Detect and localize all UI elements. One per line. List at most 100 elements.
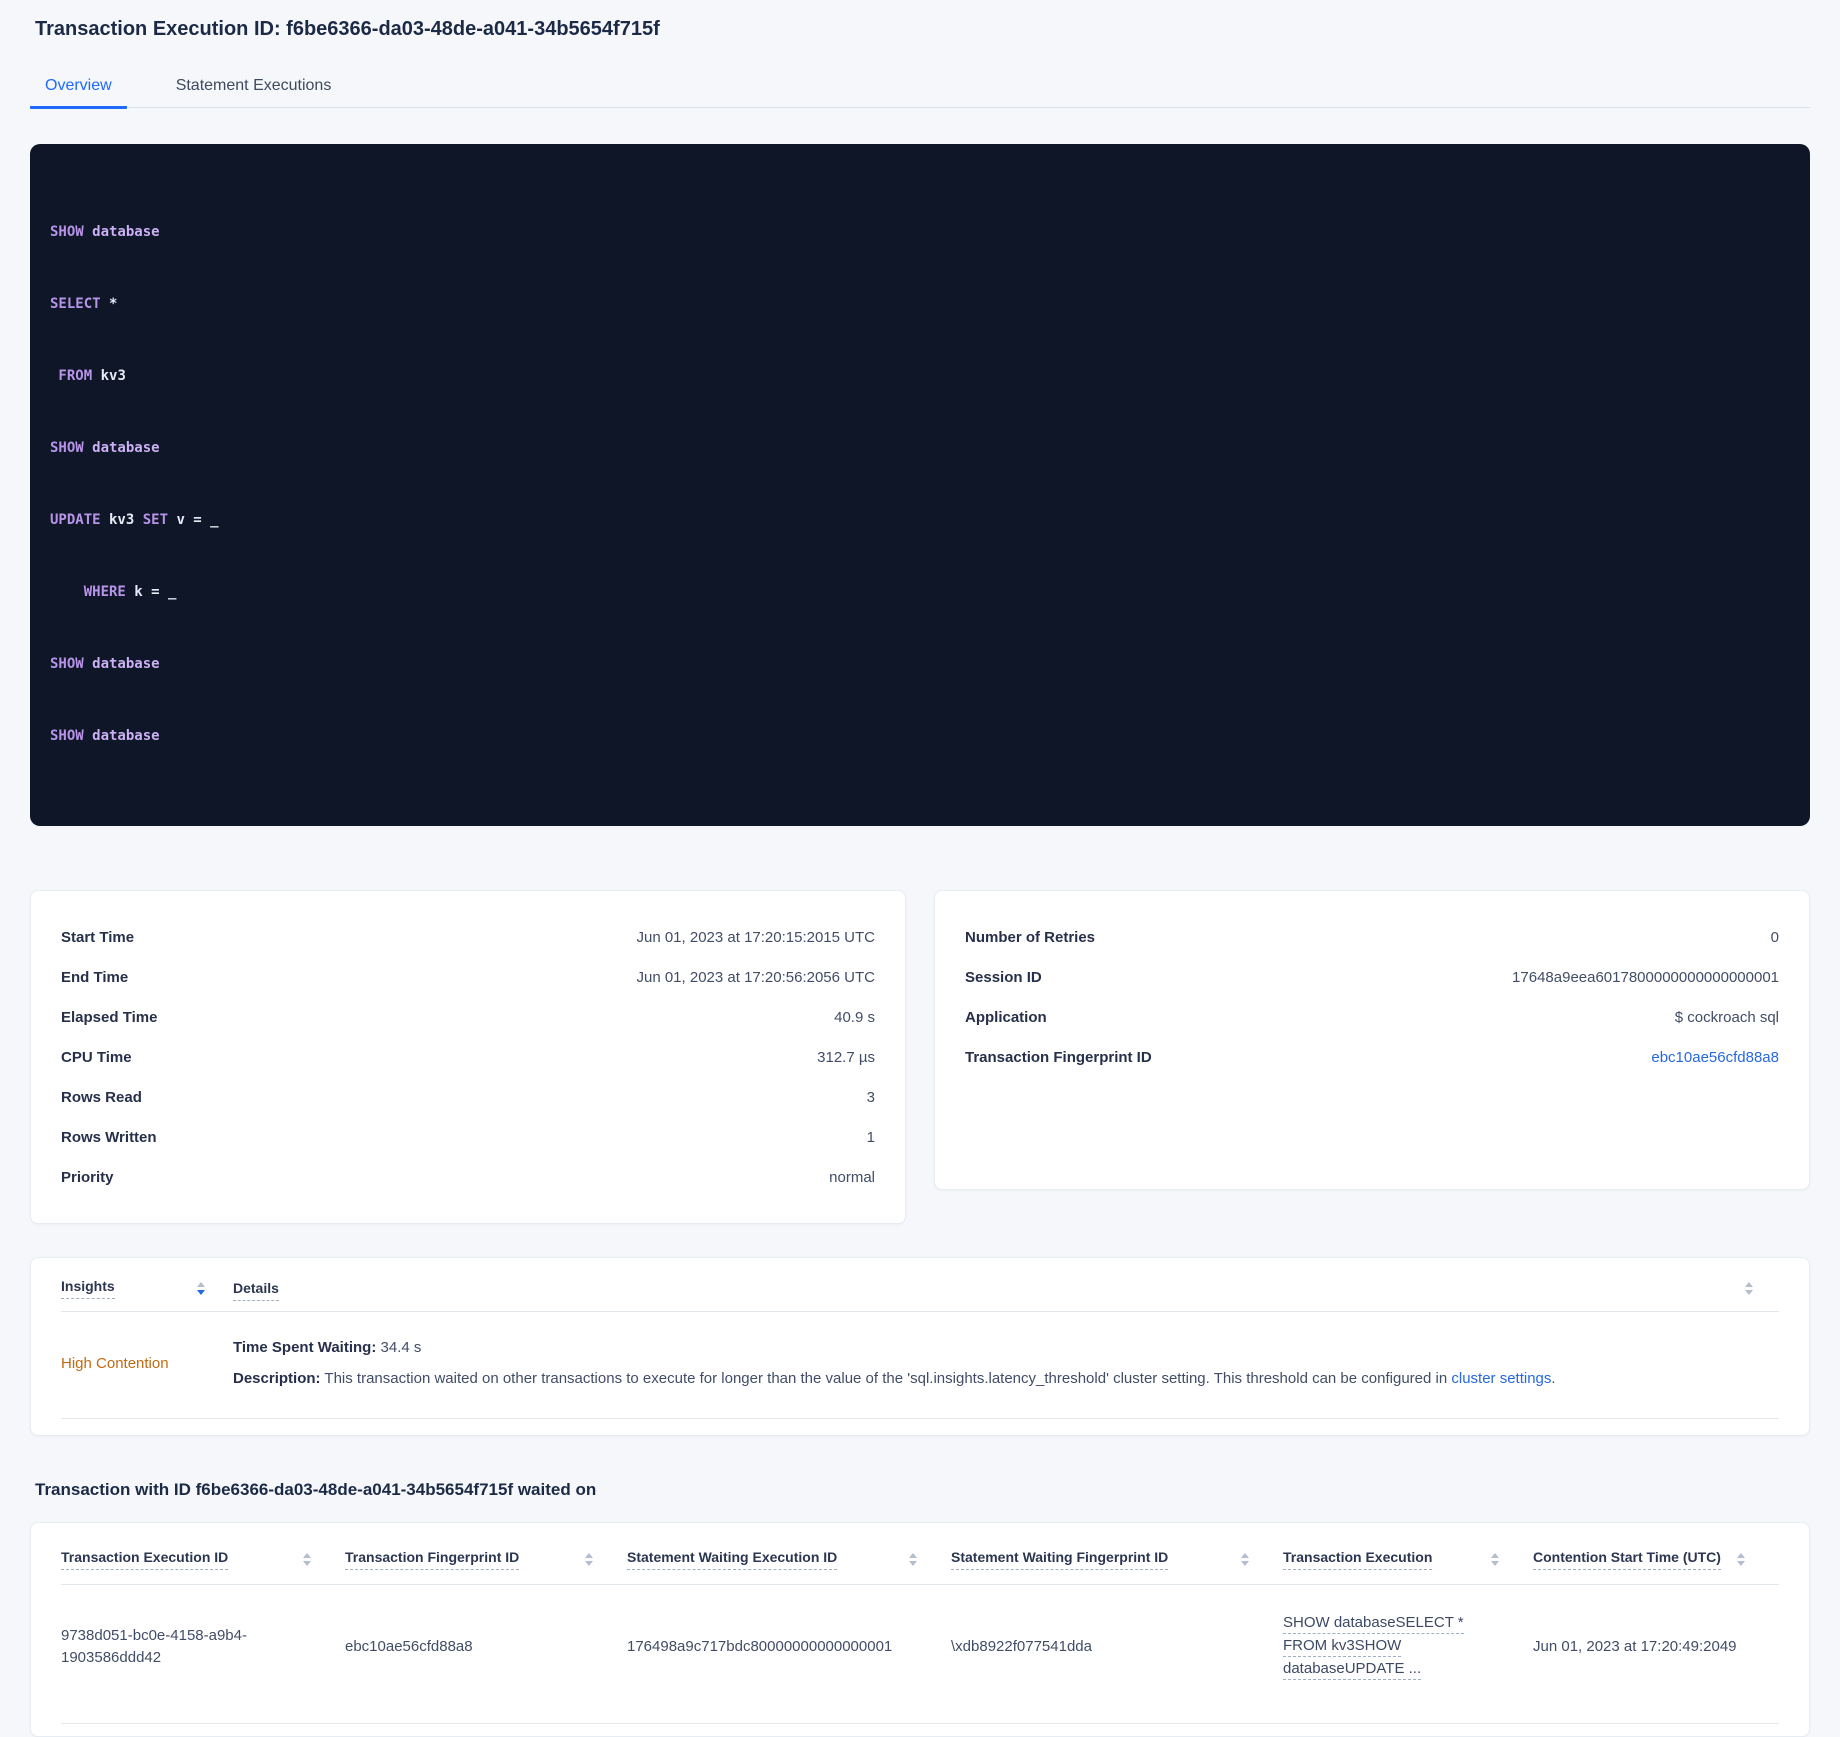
rows-read-value: 3 [866,1088,875,1106]
transaction-fingerprint-row: Transaction Fingerprint ID ebc10ae56cfd8… [965,1037,1779,1077]
description-line: Description: This transaction waited on … [233,1363,1556,1394]
sql-keyword: SHOW [50,224,84,240]
cpu-time-label: CPU Time [61,1048,132,1066]
details-header-label[interactable]: Details [233,1279,279,1301]
rows-read-label: Rows Read [61,1088,142,1106]
column-header-transaction-execution-id: Transaction Execution ID [61,1549,345,1570]
sql-line: SHOW database [50,724,1790,748]
cpu-time-value: 312.7 µs [817,1048,875,1066]
session-id-row: Session ID 17648a9eea6017800000000000000… [965,957,1779,997]
sort-icon[interactable] [1241,1553,1249,1566]
transaction-execution-link-line[interactable]: FROM kv3SHOW [1283,1636,1402,1657]
sql-keyword: FROM [50,368,93,384]
sql-line: SHOW database [50,436,1790,460]
sql-line: UPDATE kv3 SET v = _ [50,508,1790,532]
transaction-execution-link[interactable]: SHOW databaseSELECT * FROM kv3SHOW datab… [1283,1613,1533,1682]
application-row: Application $ cockroach sql [965,997,1779,1037]
sql-identifier: kv3 [92,368,126,384]
column-header-details: Details [233,1279,279,1301]
header-label[interactable]: Transaction Fingerprint ID [345,1549,520,1570]
cpu-time-row: CPU Time 312.7 µs [61,1037,875,1077]
sql-line: FROM kv3 [50,364,1790,388]
execution-details-card: Start Time Jun 01, 2023 at 17:20:15:2015… [30,890,906,1224]
sql-keyword: database [83,728,160,744]
tab-statement-executions[interactable]: Statement Executions [161,77,347,109]
insight-row: High Contention Time Spent Waiting: 34.4… [61,1312,1779,1418]
description-label: Description: [233,1370,321,1387]
high-contention-badge: High Contention [61,1354,169,1372]
time-spent-waiting-line: Time Spent Waiting: 34.4 s [233,1332,1556,1363]
sort-icon[interactable] [197,1282,205,1295]
sql-keyword: SET [134,512,169,528]
column-header-insights: Insights [61,1278,233,1299]
sort-icon[interactable] [1745,1282,1753,1295]
session-id-label: Session ID [965,968,1042,986]
sort-icon[interactable] [585,1553,593,1566]
sql-line: SHOW database [50,220,1790,244]
number-of-retries-value: 0 [1770,928,1779,946]
sql-line: SHOW database [50,652,1790,676]
column-header-transaction-fingerprint-id: Transaction Fingerprint ID [345,1549,627,1570]
rows-written-row: Rows Written 1 [61,1117,875,1157]
number-of-retries-label: Number of Retries [965,928,1096,946]
header-label[interactable]: Statement Waiting Execution ID [627,1549,838,1570]
cluster-settings-link[interactable]: cluster settings [1451,1370,1551,1387]
rows-read-row: Rows Read 3 [61,1077,875,1117]
statement-waiting-fingerprint-id-cell: \xdb8922f077541dda [951,1638,1092,1655]
waited-on-title: Transaction with ID f6be6366-da03-48de-a… [35,1480,597,1499]
sql-keyword: WHERE [50,584,126,600]
priority-value: normal [829,1168,875,1186]
sql-identifier: kv3 [100,512,135,528]
application-label: Application [965,1008,1047,1026]
sort-icon[interactable] [909,1553,917,1566]
sql-keyword: SHOW [50,728,84,744]
transaction-fingerprint-link[interactable]: ebc10ae56cfd88a8 [1651,1049,1779,1066]
priority-row: Priority normal [61,1157,875,1197]
session-details-card: Number of Retries 0 Session ID 17648a9ee… [934,890,1810,1190]
time-spent-waiting-label: Time Spent Waiting: [233,1339,377,1356]
insights-table-header: Insights Details [61,1278,1779,1301]
sql-identifier: * [100,296,118,312]
insights-header-label[interactable]: Insights [61,1278,115,1299]
header-label[interactable]: Transaction Execution ID [61,1549,229,1570]
divider [61,1723,1779,1724]
header-label[interactable]: Contention Start Time (UTC) [1533,1549,1721,1570]
sql-statements-box: SHOW database SELECT * FROM kv3 SHOW dat… [30,144,1810,826]
transaction-fingerprint-label: Transaction Fingerprint ID [965,1048,1152,1066]
sql-keyword: database [83,656,160,672]
contention-start-time-cell: Jun 01, 2023 at 17:20:49:2049 [1533,1638,1737,1655]
start-time-row: Start Time Jun 01, 2023 at 17:20:15:2015… [61,917,875,957]
transaction-fingerprint-id-cell: ebc10ae56cfd88a8 [345,1638,473,1655]
sql-keyword: SHOW [50,440,84,456]
transaction-execution-id-cell: 9738d051-bc0e-4158-a9b4-1903586ddd42 [61,1627,247,1666]
sort-icon[interactable] [1491,1553,1499,1566]
column-header-transaction-execution: Transaction Execution [1283,1549,1533,1570]
waited-on-table-header: Transaction Execution ID Transaction Fin… [61,1549,1779,1570]
application-value: $ cockroach sql [1674,1008,1779,1026]
transaction-execution-link-line[interactable]: SHOW databaseSELECT * [1283,1613,1464,1634]
number-of-retries-row: Number of Retries 0 [965,917,1779,957]
header-label[interactable]: Transaction Execution [1283,1549,1433,1570]
rows-written-value: 1 [866,1128,875,1146]
transaction-execution-link-line[interactable]: databaseUPDATE ... [1283,1659,1422,1680]
page-title: Transaction Execution ID: f6be6366-da03-… [35,18,660,40]
sort-icon[interactable] [1737,1553,1745,1566]
end-time-label: End Time [61,968,129,986]
start-time-label: Start Time [61,928,135,946]
column-header-contention-start-time: Contention Start Time (UTC) [1533,1549,1779,1570]
sql-keyword: SELECT [50,296,101,312]
sql-identifier: v = _ [168,512,219,528]
header-label[interactable]: Statement Waiting Fingerprint ID [951,1549,1169,1570]
tab-bar: Overview Statement Executions [30,77,1810,109]
sql-keyword: database [83,440,160,456]
session-id-value: 17648a9eea6017800000000000000001 [1512,968,1779,986]
description-text: This transaction waited on other transac… [320,1370,1452,1387]
sort-icon[interactable] [303,1553,311,1566]
elapsed-time-label: Elapsed Time [61,1008,158,1026]
table-row: 9738d051-bc0e-4158-a9b4-1903586ddd42 ebc… [61,1585,1779,1709]
transaction-details-page: Transaction Execution ID: f6be6366-da03-… [0,0,1840,1737]
sql-keyword: UPDATE [50,512,101,528]
sql-identifier: k = _ [125,584,177,600]
end-time-value: Jun 01, 2023 at 17:20:56:2056 UTC [636,968,875,986]
tab-overview[interactable]: Overview [30,77,127,109]
